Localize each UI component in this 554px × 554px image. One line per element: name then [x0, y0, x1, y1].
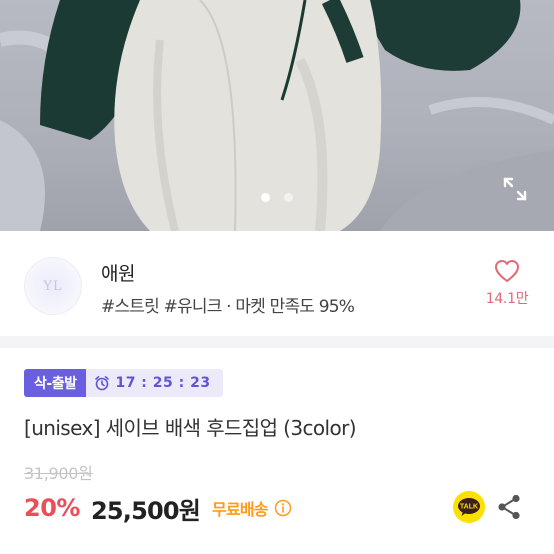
sale-price: 25,500원 — [90, 496, 201, 525]
product-image-gallery[interactable] — [0, 0, 554, 231]
info-icon[interactable] — [274, 499, 292, 517]
like-count: 14.1만 — [485, 291, 529, 307]
gallery-dot[interactable] — [284, 193, 293, 202]
deal-badge: 삭-출발 — [24, 369, 87, 397]
shop-tags: #스트릿 #유니크 · 마켓 만족도 95% — [101, 297, 355, 317]
deal-badge-group: 삭-출발 17 : 25 : 23 — [24, 369, 223, 397]
like-button[interactable]: 14.1만 — [482, 259, 532, 308]
shop-name[interactable]: 애원 — [101, 259, 135, 286]
timer-text: 17 : 25 : 23 — [115, 375, 211, 391]
talk-label: TALK — [460, 504, 478, 511]
price-row: 20% 25,500원 무료배송 — [24, 491, 292, 525]
kakao-talk-button[interactable]: TALK — [453, 491, 485, 523]
original-price: 31,900원 — [24, 464, 93, 483]
discount-rate: 20% — [24, 494, 80, 522]
share-icon[interactable] — [497, 494, 521, 520]
shop-logo[interactable]: YL — [24, 257, 82, 315]
shop-logo-text: YL — [43, 278, 63, 294]
section-divider — [0, 336, 554, 348]
gallery-dot[interactable] — [261, 193, 270, 202]
product-title: [unisex] 세이브 배색 후드집업 (3color) — [24, 416, 357, 440]
alarm-clock-icon — [95, 376, 110, 391]
gallery-pagination — [0, 193, 554, 202]
deal-timer: 17 : 25 : 23 — [86, 369, 223, 397]
shop-info-row[interactable]: YL 애원 #스트릿 #유니크 · 마켓 만족도 95% 14.1만 — [0, 231, 554, 336]
shipping-label: 무료배송 — [212, 500, 268, 519]
expand-icon[interactable] — [502, 176, 528, 202]
heart-icon — [495, 260, 519, 282]
